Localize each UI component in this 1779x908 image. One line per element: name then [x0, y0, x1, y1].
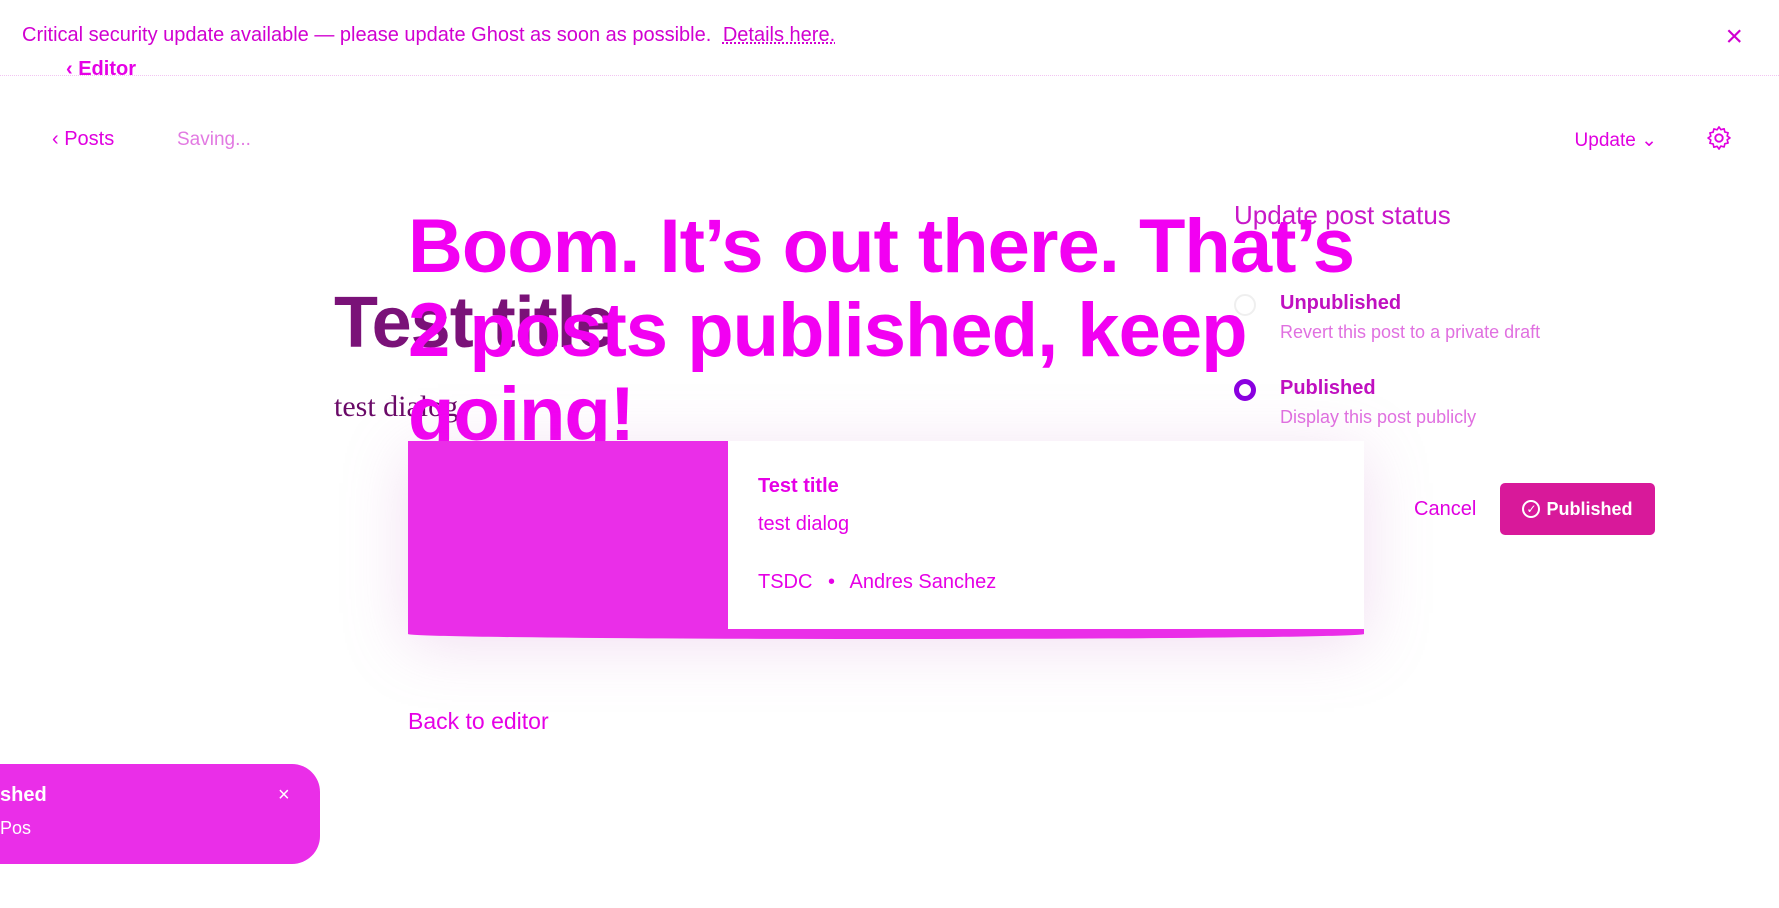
card-title: Test title	[758, 475, 839, 497]
meta-separator: •	[828, 571, 836, 593]
update-dropdown-button[interactable]: Update ⌄	[1575, 129, 1657, 152]
card-site-name: TSDC	[758, 571, 813, 593]
banner-message: Critical security update available — ple…	[22, 24, 835, 47]
gear-icon[interactable]	[1705, 124, 1733, 152]
security-banner: Critical security update available — ple…	[0, 0, 1779, 76]
card-excerpt: test dialog	[758, 513, 850, 535]
card-bottom-edge	[408, 629, 1364, 639]
banner-text: Critical security update available — ple…	[22, 24, 712, 46]
banner-details-link[interactable]: Details here.	[723, 24, 835, 46]
post-preview-card[interactable]: Test title test dialog TSDC • Andres San…	[408, 441, 1364, 639]
published-button[interactable]: ✓ Published	[1500, 483, 1655, 535]
check-circle-icon: ✓	[1522, 500, 1541, 518]
saving-status: Saving...	[177, 129, 251, 150]
toast-notification: shed Pos ×	[0, 764, 320, 864]
back-to-editor-link[interactable]: Back to editor	[408, 708, 549, 735]
card-feature-image	[408, 441, 728, 631]
posts-back-link[interactable]: ‹ Posts	[52, 128, 114, 151]
toast-title: shed	[0, 784, 47, 806]
close-icon[interactable]: ×	[278, 784, 290, 807]
card-meta: TSDC • Andres Sanchez	[758, 571, 996, 594]
card-author: Andres Sanchez	[849, 571, 997, 593]
close-icon[interactable]: ×	[1725, 22, 1743, 52]
cancel-button[interactable]: Cancel	[1414, 498, 1476, 521]
published-button-label: Published	[1546, 498, 1633, 519]
editor-back-link[interactable]: ‹ Editor	[66, 58, 136, 81]
publish-success-headline: Boom. It’s out there. That’s 2 posts pub…	[408, 204, 1355, 457]
toast-view-post-link[interactable]: Pos	[0, 818, 31, 839]
